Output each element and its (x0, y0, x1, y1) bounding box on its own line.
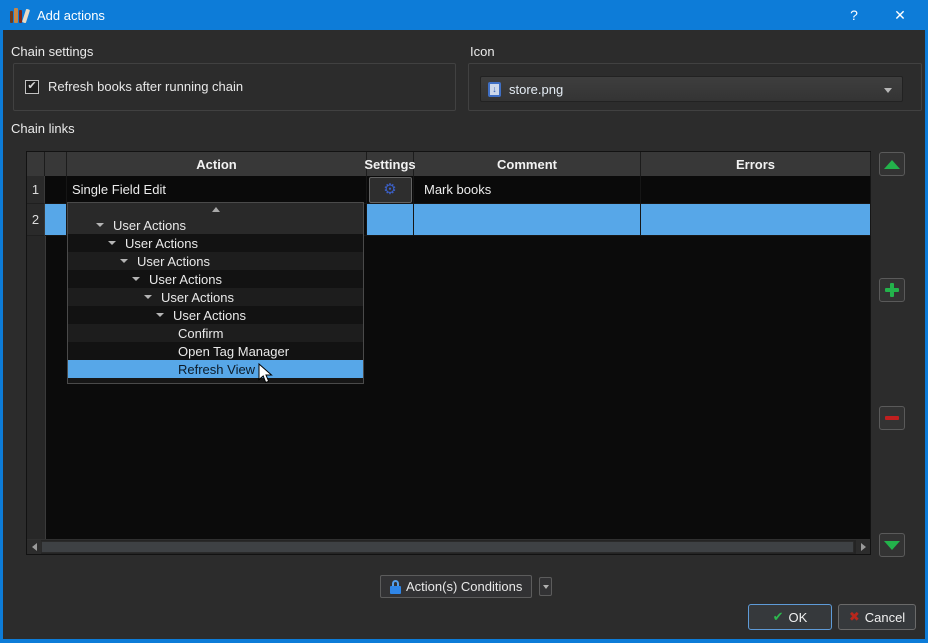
comment-cell[interactable]: Mark books (414, 176, 641, 204)
expanded-branch-icon[interactable] (120, 259, 128, 263)
dropdown-scroll-up[interactable] (68, 203, 363, 216)
window-border (0, 639, 928, 643)
settings-button[interactable]: ⚙ (368, 176, 412, 203)
dropdown-item-label: Refresh View (178, 361, 256, 377)
action-dropdown-list: User Actions User Actions User Actions User… (68, 216, 363, 378)
expanded-branch-icon[interactable] (108, 241, 116, 245)
help-button[interactable]: ? (832, 0, 876, 30)
expanded-branch-icon[interactable] (132, 277, 140, 281)
errors-cell[interactable] (641, 176, 871, 204)
titlebar[interactable]: Add actions ? ✕ (0, 0, 928, 30)
move-up-button[interactable] (879, 152, 905, 176)
table-header-row: Action Settings Comment Errors (27, 152, 871, 176)
chain-settings-groupbox: ✔ Refresh books after running chain (13, 63, 456, 111)
dropdown-item[interactable]: User Actions (68, 252, 363, 270)
dropdown-item[interactable]: User Actions (68, 306, 363, 324)
column-header-comment[interactable]: Comment (414, 152, 641, 176)
checkbox-label: Refresh books after running chain (48, 79, 244, 94)
chain-settings-label: Chain settings (11, 44, 94, 59)
comment-cell[interactable] (414, 204, 641, 236)
horizontal-scrollbar[interactable] (27, 539, 870, 554)
up-arrow-icon (884, 159, 900, 169)
icon-groupbox: ↓ store.png (468, 63, 922, 111)
plus-icon (885, 283, 899, 297)
row-number[interactable]: 2 (27, 204, 45, 236)
action-dropdown-popup: User Actions User Actions User Actions User… (67, 202, 364, 384)
dropdown-item[interactable]: User Actions (68, 234, 363, 252)
window-title: Add actions (37, 7, 105, 23)
action-conditions-button[interactable]: Action(s) Conditions (380, 575, 533, 598)
calibre-books-icon (10, 7, 31, 24)
dropdown-item-label: User Actions (125, 235, 198, 251)
column-header-action[interactable]: Action (67, 152, 367, 176)
dropdown-bottom-pad (68, 378, 363, 383)
row-indicator-cell[interactable] (45, 176, 67, 204)
dropdown-item[interactable]: User Actions (68, 270, 363, 288)
ok-label: OK (788, 609, 808, 625)
remove-action-button[interactable] (879, 406, 905, 430)
corner-header-cell (27, 152, 45, 176)
action-cell[interactable]: Single Field Edit (67, 176, 367, 204)
icon-label: Icon (470, 44, 495, 59)
add-actions-dialog: Add actions ? ✕ Chain settings ✔ Refresh… (0, 0, 928, 643)
refresh-books-checkbox[interactable]: ✔ Refresh books after running chain (25, 79, 243, 94)
row-number[interactable]: 1 (27, 176, 45, 204)
scroll-right-icon[interactable] (856, 540, 870, 554)
dropdown-item[interactable]: Confirm (68, 324, 363, 342)
action-conditions-label: Action(s) Conditions (406, 579, 523, 594)
table-row[interactable]: 1 Single Field Edit ⚙ Mark books (27, 176, 871, 204)
scroll-left-icon[interactable] (27, 540, 41, 554)
checkmark-icon: ✔ (27, 80, 37, 92)
conditions-dropdown-button[interactable] (539, 577, 552, 596)
add-action-button[interactable] (879, 278, 905, 302)
errors-cell[interactable] (641, 204, 871, 236)
dropdown-item-label: Confirm (178, 325, 224, 341)
down-arrow-icon (884, 540, 900, 550)
column-header-errors[interactable]: Errors (641, 152, 871, 176)
settings-cell[interactable]: ⚙ (367, 176, 414, 204)
dropdown-item-label: User Actions (149, 271, 222, 287)
store-icon: ↓ (488, 81, 501, 97)
chain-links-label: Chain links (11, 121, 75, 136)
icon-combobox[interactable]: ↓ store.png (480, 76, 903, 102)
dropdown-item[interactable]: Refresh View (68, 360, 363, 378)
dropdown-item-label: Open Tag Manager (178, 343, 290, 359)
ok-button[interactable]: ✔ OK (748, 604, 832, 630)
check-icon: ✔ (772, 609, 784, 624)
gear-icon: ⚙ (383, 181, 397, 198)
dropdown-item[interactable]: User Actions (68, 288, 363, 306)
row-indicator-cell[interactable] (45, 204, 67, 236)
expanded-branch-icon[interactable] (96, 223, 104, 227)
dropdown-item-label: User Actions (137, 253, 210, 269)
cancel-label: Cancel (864, 609, 906, 625)
mouse-cursor (258, 363, 273, 384)
checkbox-box[interactable]: ✔ (25, 79, 39, 94)
window-border (0, 30, 3, 643)
row-header-strip (27, 236, 46, 539)
dropdown-item[interactable]: Open Tag Manager (68, 342, 363, 360)
lock-icon (390, 579, 401, 594)
cancel-button[interactable]: ✖ Cancel (838, 604, 916, 630)
chevron-down-icon (884, 88, 892, 93)
chevron-down-icon (542, 584, 549, 589)
expanded-branch-icon[interactable] (156, 313, 164, 317)
column-header-blank[interactable] (45, 152, 67, 176)
scroll-up-icon (211, 207, 220, 212)
move-down-button[interactable] (879, 533, 905, 557)
column-header-settings[interactable]: Settings (364, 152, 416, 176)
icon-combobox-value: store.png (509, 81, 564, 97)
settings-cell[interactable] (367, 204, 414, 236)
close-icon[interactable]: ✕ (878, 0, 922, 30)
expanded-branch-icon[interactable] (144, 295, 152, 299)
minus-icon (885, 416, 899, 420)
scrollbar-thumb[interactable] (41, 541, 854, 553)
dropdown-item-label: User Actions (113, 217, 186, 233)
cross-icon: ✖ (848, 609, 860, 624)
dropdown-item[interactable]: User Actions (68, 216, 363, 234)
